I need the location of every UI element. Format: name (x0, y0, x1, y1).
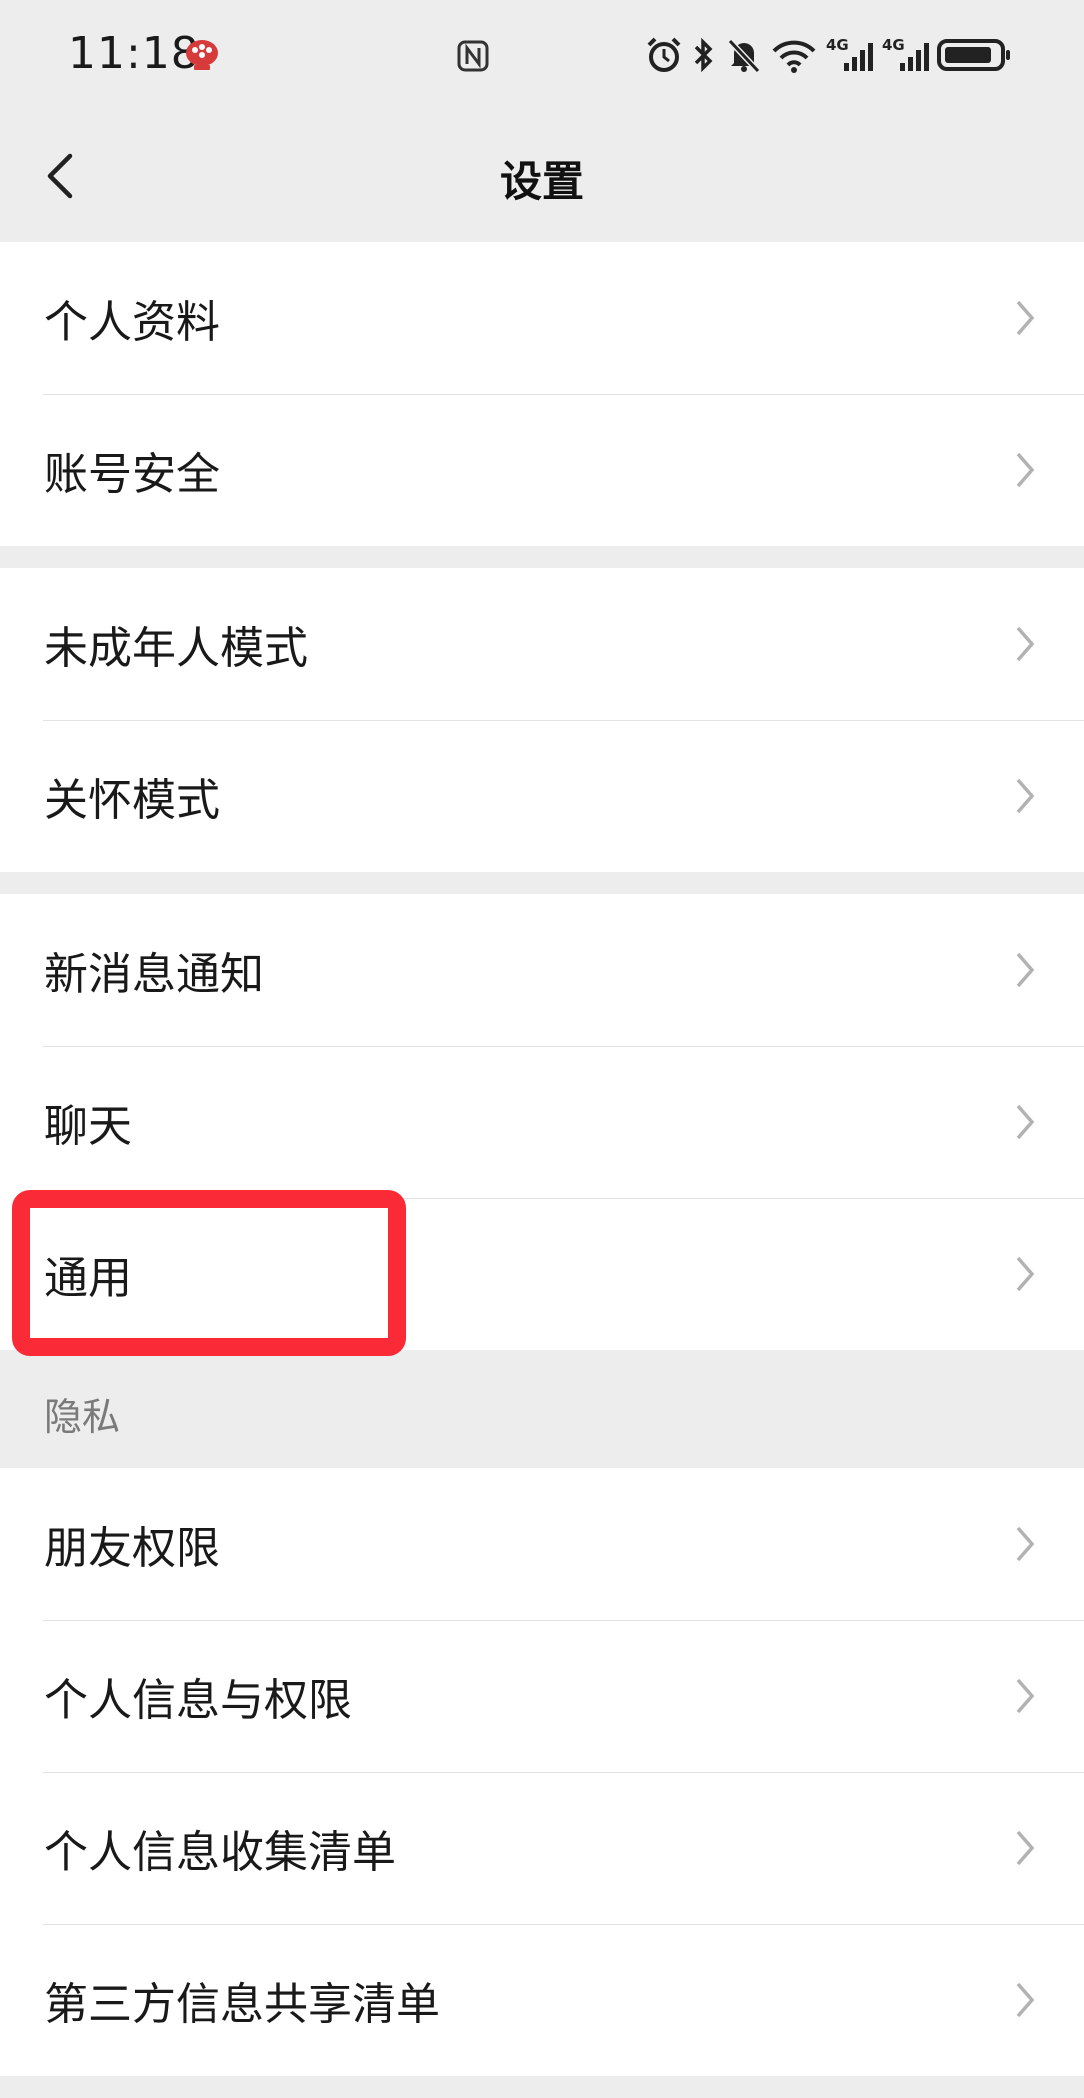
settings-item-personal-info-permissions[interactable]: 个人信息与权限 (0, 1620, 1084, 1772)
mute-icon (727, 38, 761, 74)
settings-item-label: 个人资料 (44, 297, 220, 348)
chevron-right-icon (1016, 1678, 1035, 1714)
settings-item-third-party-sharing[interactable]: 第三方信息共享清单 (0, 1924, 1084, 2076)
chevron-right-icon (1016, 626, 1035, 662)
settings-item-label: 未成年人模式 (44, 623, 308, 674)
settings-item-label: 新消息通知 (44, 949, 264, 1000)
settings-group-modes: 未成年人模式 关怀模式 (0, 568, 1084, 872)
section-header-privacy: 隐私 (0, 1350, 1084, 1468)
settings-item-label: 通用 (44, 1253, 132, 1304)
status-time: 11:18 (68, 28, 200, 79)
settings-item-label: 账号安全 (44, 449, 220, 500)
signal-label: 4G (826, 36, 849, 54)
settings-group-privacy: 朋友权限 个人信息与权限 个人信息收集清单 第三方信息共享清单 (0, 1468, 1084, 2076)
chevron-right-icon (1016, 1982, 1035, 2018)
chevron-right-icon (1016, 1104, 1035, 1140)
chevron-right-icon (1016, 778, 1035, 814)
settings-item-account-security[interactable]: 账号安全 (0, 394, 1084, 546)
settings-item-label: 第三方信息共享清单 (44, 1979, 440, 2030)
signal-4g-icon: 4G (826, 36, 873, 71)
wifi-icon (772, 40, 816, 73)
settings-item-label: 个人信息收集清单 (44, 1827, 396, 1878)
app-notification-icon (186, 40, 218, 70)
chevron-right-icon (1016, 1256, 1035, 1292)
settings-item-notifications[interactable]: 新消息通知 (0, 894, 1084, 1046)
status-icons: 4G 4G (644, 30, 1012, 80)
settings-item-friend-permissions[interactable]: 朋友权限 (0, 1468, 1084, 1620)
alarm-icon (647, 37, 681, 72)
settings-group-account: 个人资料 账号安全 (0, 242, 1084, 546)
chevron-right-icon (1016, 1526, 1035, 1562)
settings-item-profile[interactable]: 个人资料 (0, 242, 1084, 394)
status-bar: 11:18 4G 4G (0, 0, 1084, 110)
settings-item-label: 朋友权限 (44, 1523, 220, 1574)
chevron-right-icon (1016, 1830, 1035, 1866)
settings-item-general[interactable]: 通用 (0, 1198, 1084, 1350)
settings-item-label: 聊天 (44, 1101, 132, 1152)
signal-4g-icon: 4G (882, 36, 929, 71)
settings-item-chat[interactable]: 聊天 (0, 1046, 1084, 1198)
settings-item-minor-mode[interactable]: 未成年人模式 (0, 568, 1084, 720)
nav-bar: 设置 (0, 110, 1084, 242)
settings-group-general: 新消息通知 聊天 通用 (0, 894, 1084, 1350)
chevron-right-icon (1016, 300, 1035, 336)
bluetooth-icon (694, 37, 713, 73)
signal-label: 4G (882, 36, 905, 54)
chevron-right-icon (1016, 452, 1035, 488)
chevron-right-icon (1016, 952, 1035, 988)
section-header-label: 隐私 (44, 1395, 121, 1439)
page-title: 设置 (499, 157, 584, 206)
settings-item-label: 个人信息与权限 (44, 1675, 352, 1726)
settings-item-care-mode[interactable]: 关怀模式 (0, 720, 1084, 872)
settings-item-label: 关怀模式 (44, 775, 220, 826)
settings-item-personal-info-collection[interactable]: 个人信息收集清单 (0, 1772, 1084, 1924)
nfc-icon (457, 40, 489, 72)
battery-icon (937, 39, 1010, 71)
